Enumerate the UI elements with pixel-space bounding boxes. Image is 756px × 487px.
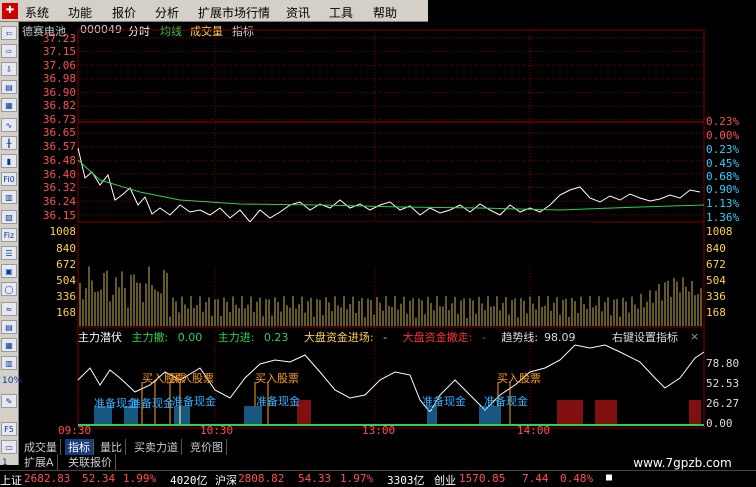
prep-cash-signal: 准备现金 (484, 395, 528, 408)
main-sell-label: 主力撤: (131, 331, 169, 344)
ticker-arrow-icon[interactable]: ■ (606, 472, 612, 483)
hs-value: 2808.82 (238, 472, 285, 485)
price-tick: 36.15 (42, 209, 76, 222)
sh-change: 52.34 (82, 472, 116, 485)
hs-pct: 1.97% (340, 472, 374, 485)
volume-tick: 336 (56, 290, 76, 303)
price-line (77, 147, 701, 223)
price-tick: 37.23 (42, 32, 76, 45)
prep-cash-signal: 准备现金 (130, 397, 174, 410)
volume-tick-right: 336 (706, 290, 726, 303)
indicator-tick: 78.80 (706, 357, 740, 370)
volume-tick-right: 840 (706, 242, 726, 255)
cy-pct: 0.48% (560, 472, 594, 485)
buy-signal: 买入股票 (255, 372, 299, 385)
price-tick: 36.73 (42, 113, 76, 126)
redacted-region (162, 222, 592, 265)
price-tick: 37.06 (42, 59, 76, 72)
indicator-name[interactable]: 主力潜伏 (78, 331, 122, 344)
time-tick: 10:30 (200, 424, 234, 437)
pct-tick: 0.23% (706, 115, 740, 128)
prep-cash-signal: 准备现金 (422, 395, 466, 408)
price-tick: 36.90 (42, 86, 76, 99)
pct-tick: 1.36% (706, 211, 740, 224)
index-ticker: 上证 2682.83 52.34 1.99% 4020亿 沪深 2808.82 … (0, 470, 756, 487)
right-click-setting[interactable]: 右键设置指标 (612, 329, 678, 345)
buy-signal: 买入股票 (497, 372, 541, 385)
prep-cash-signal: 准备现金 (256, 395, 300, 408)
pct-tick: 1.13% (706, 197, 740, 210)
volume-tick-right: 1008 (706, 225, 733, 238)
time-tick: 09:30 (58, 424, 92, 437)
main-sell-value: 0.00 (177, 331, 203, 344)
market-out-label: 大盘资金撤走: (402, 331, 473, 344)
close-icon[interactable]: × (690, 330, 699, 343)
cy-change: 7.44 (522, 472, 549, 485)
watermark: www.7gpzb.com (609, 438, 756, 470)
time-tick: 13:00 (362, 424, 396, 437)
market-out-value: - (481, 331, 486, 344)
indicator-tick: 26.27 (706, 397, 740, 410)
volume-tick: 1008 (49, 225, 77, 238)
volume-tick: 504 (56, 274, 76, 287)
hs-change: 54.33 (298, 472, 332, 485)
volume-tick-right: 504 (706, 274, 726, 287)
prep-cash-signal: 准备现金 (172, 395, 216, 408)
trend-value: 98.09 (544, 331, 576, 344)
price-tick: 36.65 (42, 126, 76, 139)
pct-tick: 0.23% (706, 143, 740, 156)
trend-label: 趋势线: (501, 331, 539, 344)
indicator-tick: 0.00 (706, 417, 733, 430)
pct-tick: 0.68% (706, 170, 740, 183)
volume-tick: 168 (56, 306, 76, 319)
price-tick: 36.24 (42, 195, 76, 208)
cy-value: 1570.85 (459, 472, 506, 485)
time-tick: 14:00 (517, 424, 551, 437)
bottom-tabs: 成交量 指标 量比 买卖力道 竞价图 (19, 438, 439, 455)
pct-tick: 0.90% (706, 183, 740, 196)
sh-value: 2682.83 (24, 472, 71, 485)
sh-label[interactable]: 上证 (0, 472, 22, 487)
volume-tick: 672 (56, 258, 76, 271)
price-tick: 37.15 (42, 45, 76, 58)
bottom-tabs-row2: 扩展A 关联报价 (19, 453, 439, 470)
market-in-label: 大盘资金进场: (303, 331, 374, 344)
price-tick: 36.98 (42, 72, 76, 85)
sh-pct: 1.99% (123, 472, 157, 485)
pct-tick: 0.00% (706, 129, 740, 142)
hs-label[interactable]: 沪深 (215, 472, 237, 487)
hs-amount: 3303亿 (387, 474, 425, 487)
price-tick: 36.48 (42, 154, 76, 167)
tab-related-quote[interactable]: 关联报价 (65, 454, 116, 470)
price-tick: 36.32 (42, 181, 76, 194)
buy-signal: 买入股票 (170, 372, 214, 385)
pct-tick: 0.45% (706, 157, 740, 170)
indicator-header: 主力潜伏 主力撤: 0.00 主力进: 0.23 大盘资金进场: - 大盘资金撤… (78, 329, 588, 345)
main-buy-value: 0.23 (263, 331, 289, 344)
sh-amount: 4020亿 (170, 474, 208, 487)
cy-label[interactable]: 创业 (434, 472, 456, 487)
volume-tick: 840 (56, 242, 76, 255)
main-buy-label: 主力进: (217, 331, 255, 344)
price-tick: 36.82 (42, 99, 76, 112)
tab-extend-a[interactable]: 扩展A (21, 454, 58, 470)
indicator-tick: 52.53 (706, 377, 740, 390)
market-in-value: - (383, 331, 388, 344)
price-tick: 36.57 (42, 140, 76, 153)
volume-tick-right: 672 (706, 258, 726, 271)
volume-tick-right: 168 (706, 306, 726, 319)
price-tick: 36.40 (42, 168, 76, 181)
